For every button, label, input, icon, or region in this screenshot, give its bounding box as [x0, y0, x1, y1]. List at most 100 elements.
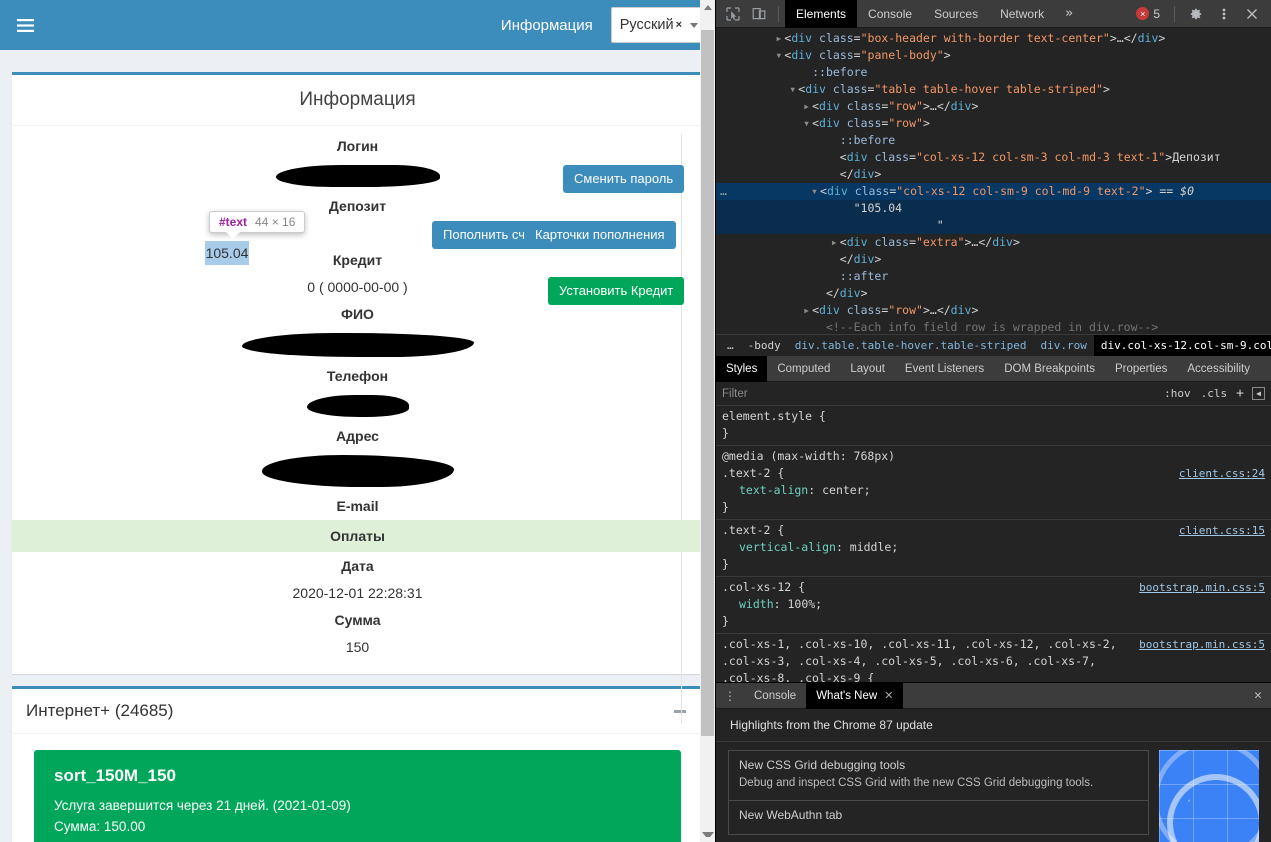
dom-node[interactable]: ▾ <div class="row"> [716, 115, 1271, 132]
css-value[interactable]: : center; [808, 483, 870, 497]
scroll-up-arrow-icon[interactable] [700, 0, 715, 16]
tab-console[interactable]: Console [857, 0, 923, 28]
css-property[interactable]: vertical-align [739, 540, 836, 554]
redacted-value [241, 333, 474, 357]
close-icon[interactable]: ✕ [884, 683, 893, 709]
css-rules-list[interactable]: element.style {} @media (max-width: 768px… [716, 406, 1271, 682]
breadcrumb-item[interactable]: … [720, 335, 741, 356]
tab-accessibility[interactable]: Accessibility [1177, 356, 1260, 382]
scrollbar-thumb[interactable] [701, 30, 714, 736]
drawer-tab-whats-new[interactable]: What's New ✕ [806, 682, 904, 709]
tab-layout[interactable]: Layout [840, 356, 895, 382]
set-credit-button[interactable]: Установить Кредит [548, 277, 685, 305]
tab-properties[interactable]: Properties [1105, 356, 1177, 382]
dom-node[interactable]: ▸ <div class="row">…</div> [716, 98, 1271, 115]
tab-computed[interactable]: Computed [767, 356, 840, 382]
css-source-link[interactable]: bootstrap.min.css:5 [1129, 579, 1265, 596]
more-vertical-icon[interactable] [1211, 1, 1237, 27]
css-property[interactable]: text-align [739, 483, 808, 497]
tab-event-listeners[interactable]: Event Listeners [895, 356, 994, 382]
hamburger-icon[interactable] [0, 0, 50, 50]
css-selector[interactable]: .col-xs-12 { [722, 579, 805, 596]
css-declaration[interactable]: vertical-align: middle; [722, 539, 1265, 556]
inspect-cursor-icon[interactable] [720, 1, 746, 27]
css-declaration[interactable]: width: 100%; [722, 596, 1265, 613]
drawer-close-icon[interactable]: ✕ [1245, 688, 1271, 703]
css-rule[interactable]: element.style {} [716, 406, 1271, 446]
dom-node[interactable]: ▸ <div class="row">…</div> [716, 302, 1271, 319]
breadcrumb-item[interactable]: -body [741, 335, 788, 356]
more-vertical-icon[interactable]: ⋮ [716, 690, 744, 702]
dom-node[interactable]: </div> [716, 285, 1271, 302]
chevron-down-icon[interactable]: ▾ [811, 183, 820, 200]
tab-dom-breakpoints[interactable]: DOM Breakpoints [994, 356, 1105, 382]
tab-styles[interactable]: Styles [716, 355, 768, 382]
dom-tree[interactable]: ▸ <div class="box-header with-border text… [716, 28, 1271, 334]
dom-node[interactable]: ::after [716, 268, 1271, 285]
dom-node[interactable]: " [716, 217, 1271, 234]
css-rule[interactable]: .col-xs-12 {bootstrap.min.css:5 width: 10… [716, 577, 1271, 634]
list-item[interactable]: New CSS Grid debugging tools Debug and i… [728, 750, 1149, 801]
tab-sources[interactable]: Sources [923, 0, 989, 28]
css-rule-close: } [722, 500, 729, 514]
language-clear-icon[interactable]: × [676, 19, 682, 31]
field-label-login: Логин [336, 138, 379, 154]
chevron-down-icon[interactable]: ▾ [803, 115, 812, 132]
new-style-rule-button[interactable]: + [1232, 386, 1248, 401]
css-rule[interactable]: .col-xs-1, .col-xs-10, .col-xs-11, .col-… [716, 634, 1271, 682]
css-selector[interactable]: element.style { [722, 408, 826, 425]
service-card[interactable]: sort_150M_150 Услуга завершится через 21… [34, 750, 681, 842]
css-source-link[interactable]: client.css:15 [1169, 522, 1265, 539]
dom-node[interactable]: </div> [716, 251, 1271, 268]
css-rule[interactable]: @media (max-width: 768px) .text-2 {client… [716, 446, 1271, 520]
dom-node[interactable]: </div> [716, 166, 1271, 183]
page-scrollbar[interactable] [700, 0, 715, 842]
gear-icon[interactable] [1183, 1, 1209, 27]
minus-icon[interactable] [671, 703, 689, 719]
dom-node[interactable]: "105.04 [716, 200, 1271, 217]
list-item[interactable]: New WebAuthn tab [728, 800, 1149, 836]
css-value[interactable]: : middle; [836, 540, 898, 554]
chevron-right-icon[interactable]: ▸ [803, 98, 812, 115]
dom-node[interactable]: ::before [716, 132, 1271, 149]
css-selector[interactable]: .text-2 { [722, 465, 784, 482]
css-value[interactable]: : 100%; [774, 597, 822, 611]
css-selector[interactable]: .col-xs-1, .col-xs-10, .col-xs-11, .col-… [722, 636, 1129, 682]
css-source-link[interactable]: bootstrap.min.css:5 [1129, 636, 1265, 653]
dom-node[interactable]: ▾ <div class="panel-body"> [716, 47, 1271, 64]
css-source-link[interactable]: client.css:24 [1169, 465, 1265, 482]
dom-node[interactable]: ▸ <div class="extra">…</div> [716, 234, 1271, 251]
close-icon[interactable] [1239, 1, 1265, 27]
breadcrumb-item[interactable]: div.row [1034, 335, 1094, 356]
css-property[interactable]: width [739, 597, 774, 611]
device-toolbar-icon[interactable] [746, 1, 772, 27]
drawer-tab-console[interactable]: Console [744, 683, 806, 709]
css-declaration[interactable]: text-align: center; [722, 482, 1265, 499]
chevron-right-icon[interactable]: ▸ [831, 234, 840, 251]
whats-new-item-title: New CSS Grid debugging tools [739, 758, 906, 772]
language-select[interactable]: Русский × [610, 7, 707, 43]
scroll-down-arrow-icon[interactable] [700, 826, 715, 842]
dom-node[interactable]: ::before [716, 64, 1271, 81]
tab-elements[interactable]: Elements [785, 0, 858, 28]
panel-toggle-icon[interactable]: ◀ [1252, 387, 1265, 400]
breadcrumb-item[interactable]: div.col-xs-12.col-sm-9.col-md-9.text-2 [1093, 335, 1271, 356]
more-tabs-icon[interactable]: » [1055, 6, 1083, 21]
chevron-down-icon[interactable]: ▾ [789, 81, 798, 98]
dom-node[interactable]: <!--Each info field row is wrapped in di… [716, 319, 1271, 334]
css-selector[interactable]: .text-2 { [722, 522, 784, 539]
css-rule[interactable]: .text-2 {client.css:15 vertical-align: mi… [716, 520, 1271, 577]
dom-node[interactable]: <div class="col-xs-12 col-sm-3 col-md-3 … [716, 149, 1271, 166]
change-password-button[interactable]: Сменить пароль [563, 165, 685, 193]
dom-node[interactable]: … ▾ <div class="col-xs-12 col-sm-9 col-md… [716, 183, 1271, 200]
dom-node[interactable]: ▸ <div class="box-header with-border text… [716, 30, 1271, 47]
cls-toggle[interactable]: .cls [1196, 387, 1233, 400]
breadcrumb-item[interactable]: div.table.table-hover.table-striped [788, 335, 1034, 356]
top-up-cards-button[interactable]: Карточки пополнения [524, 221, 676, 249]
tab-network[interactable]: Network [989, 0, 1055, 28]
hov-toggle[interactable]: :hov [1159, 387, 1196, 400]
error-badge[interactable]: × 5 [1130, 7, 1166, 21]
chevron-right-icon[interactable]: ▸ [803, 302, 812, 319]
styles-filter-input[interactable] [722, 387, 1160, 400]
dom-node[interactable]: ▾ <div class="table table-hover table-str… [716, 81, 1271, 98]
